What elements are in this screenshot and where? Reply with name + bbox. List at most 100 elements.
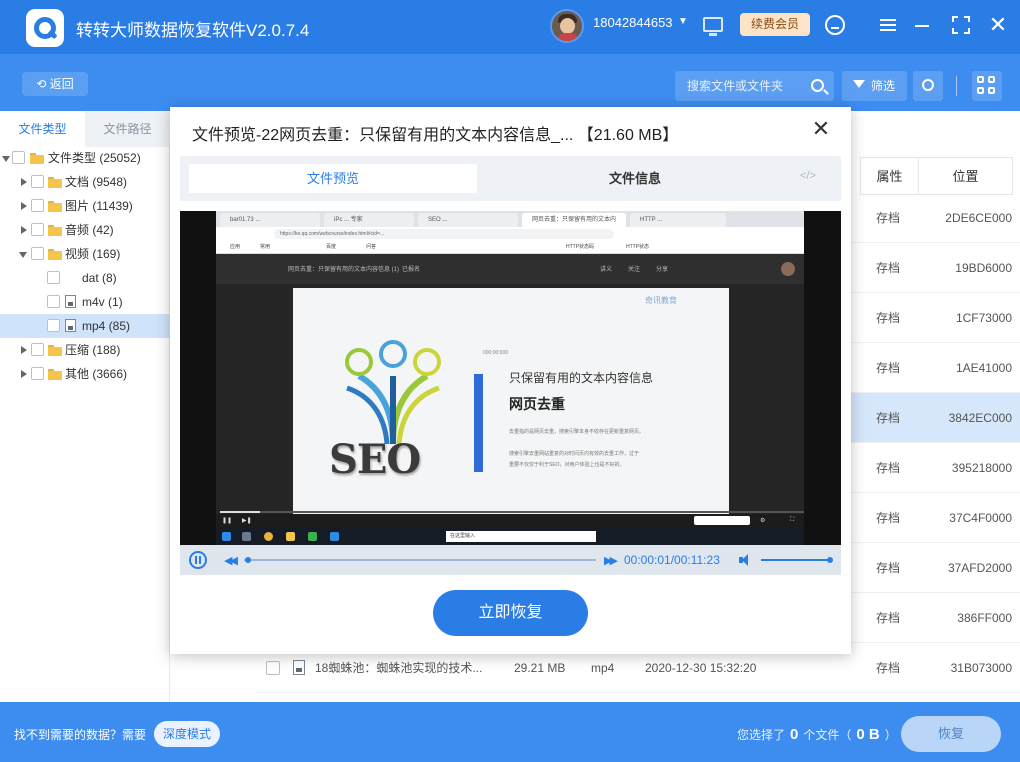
- pause-icon-bar: [199, 556, 201, 564]
- minimize-icon[interactable]: [912, 14, 934, 36]
- video-inner-settings-icon: ⚙: [760, 518, 766, 524]
- selection-suffix: ）: [884, 728, 897, 742]
- modal-title: 文件预览-22网页去重：只保留有用的文本内容信息_... 【21.60 MB】: [192, 127, 679, 144]
- renew-vip-button[interactable]: 续费会员: [740, 13, 810, 36]
- video-browser-tab: HTTP ...: [630, 213, 726, 227]
- close-icon[interactable]: ✕: [987, 14, 1009, 36]
- restore-now-button[interactable]: 立即恢复: [433, 590, 588, 636]
- tab-file-path[interactable]: 文件路径: [85, 111, 170, 147]
- tree-checkbox[interactable]: [47, 271, 60, 284]
- tree-item-archives[interactable]: 压缩 (188): [0, 338, 170, 362]
- row-attr: 存档: [875, 661, 900, 675]
- tree-item-documents[interactable]: 文档 (9548): [0, 170, 170, 194]
- deep-mode-button[interactable]: 深度模式: [154, 721, 220, 747]
- recover-button[interactable]: 恢复: [901, 716, 1001, 752]
- volume-slider[interactable]: [761, 559, 831, 561]
- user-menu-caret-icon[interactable]: ▼: [678, 16, 688, 27]
- search-input[interactable]: [675, 71, 805, 101]
- row-position: 31B073000: [950, 661, 1012, 675]
- user-phone[interactable]: 18042844653: [593, 15, 673, 30]
- video-inner-next-icon: ▶❚: [242, 518, 252, 524]
- video-browser-tabs: bar01.73 ... iPc ... 专家 SEO ... 网页去重：只保留…: [216, 211, 804, 227]
- tree-item-audio[interactable]: 音频 (42): [0, 218, 170, 242]
- support-icon[interactable]: [825, 15, 845, 35]
- row-position: 2DE6CE000: [945, 211, 1012, 225]
- tree-checkbox[interactable]: [47, 295, 60, 308]
- video-nav-item: 网页去重：只保留有用的文本内容信息 (1): [288, 267, 400, 273]
- back-label: 返回: [49, 77, 74, 91]
- tree-item-other[interactable]: 其他 (3666): [0, 362, 170, 386]
- user-avatar[interactable]: [550, 9, 584, 43]
- chevron-down-icon[interactable]: [2, 156, 10, 162]
- row-position: 3842EC000: [948, 411, 1012, 425]
- search-icon[interactable]: [811, 79, 824, 92]
- monitor-icon[interactable]: [703, 17, 723, 36]
- tree-checkbox[interactable]: [31, 367, 44, 380]
- maximize-icon[interactable]: [950, 14, 972, 36]
- tab-file-type[interactable]: 文件类型: [0, 111, 85, 147]
- column-header-attr[interactable]: 属性: [860, 157, 919, 195]
- chevron-right-icon[interactable]: [21, 370, 27, 378]
- modal-close-icon[interactable]: ✕: [810, 118, 832, 141]
- row-attr: 存档: [875, 211, 900, 225]
- folder-icon: [48, 224, 62, 236]
- filter-button[interactable]: 筛选: [842, 71, 907, 101]
- tree-checkbox[interactable]: [47, 319, 60, 332]
- video-bookmark: 应用: [230, 244, 241, 250]
- row-checkbox[interactable]: [266, 661, 280, 675]
- video-bookmark: 问答: [366, 244, 377, 250]
- row-attr: 存档: [875, 461, 900, 475]
- tree-label: dat (8): [82, 271, 117, 285]
- tree-item-dat[interactable]: dat (8): [0, 266, 170, 290]
- tab-file-preview[interactable]: 文件预览: [189, 164, 477, 193]
- grid-view-button[interactable]: [972, 71, 1002, 101]
- code-icon[interactable]: </>: [800, 170, 816, 182]
- row-attr: 存档: [875, 311, 900, 325]
- chevron-right-icon[interactable]: [21, 346, 27, 354]
- tree-checkbox[interactable]: [31, 343, 44, 356]
- column-header-position[interactable]: 位置: [918, 157, 1013, 195]
- tree-checkbox[interactable]: [31, 247, 44, 260]
- volume-handle[interactable]: [827, 557, 833, 563]
- row-position: 395218000: [951, 461, 1012, 475]
- selection-prefix: 您选择了: [737, 728, 786, 742]
- video-inner-controls: ❚❚ ▶❚ ⚙ ⛶: [216, 514, 804, 528]
- tab-file-info[interactable]: 文件信息: [490, 164, 780, 193]
- fast-forward-icon[interactable]: ▶▶: [604, 554, 618, 567]
- video-screenshot: bar01.73 ... iPc ... 专家 SEO ... 网页去重：只保留…: [216, 211, 804, 545]
- back-button[interactable]: ⟲ 返回: [22, 72, 88, 96]
- video-frame[interactable]: bar01.73 ... iPc ... 专家 SEO ... 网页去重：只保留…: [180, 211, 841, 545]
- menu-icon[interactable]: [878, 14, 900, 36]
- chevron-right-icon[interactable]: [21, 226, 27, 234]
- tree-checkbox[interactable]: [31, 199, 44, 212]
- row-attr: 存档: [875, 511, 900, 525]
- tree-item-video[interactable]: 视频 (169): [0, 242, 170, 266]
- tree-checkbox[interactable]: [31, 175, 44, 188]
- app-logo-icon: [26, 9, 64, 47]
- volume-icon[interactable]: [739, 554, 751, 566]
- tree-checkbox[interactable]: [12, 151, 25, 164]
- folder-icon: [48, 368, 62, 380]
- pause-icon: [195, 556, 197, 564]
- chevron-down-icon[interactable]: [19, 252, 27, 258]
- filter-label: 筛选: [871, 79, 896, 93]
- toolbar: ⟲ 返回 筛选: [0, 54, 1020, 111]
- pause-button[interactable]: [189, 551, 207, 569]
- tree-label: 音频 (42): [65, 223, 114, 237]
- wechat-icon: [308, 532, 317, 541]
- tree-item-m4v[interactable]: m4v (1): [0, 290, 170, 314]
- seek-handle[interactable]: [244, 557, 251, 563]
- chevron-right-icon[interactable]: [21, 178, 27, 186]
- video-nav-item: 关注: [628, 267, 641, 273]
- tree-item-root[interactable]: 文件类型 (25052): [0, 146, 170, 170]
- seek-bar[interactable]: [244, 559, 596, 561]
- rewind-icon[interactable]: ◀◀: [224, 554, 238, 567]
- tree-item-images[interactable]: 图片 (11439): [0, 194, 170, 218]
- preview-modal: 文件预览-22网页去重：只保留有用的文本内容信息_... 【21.60 MB】 …: [170, 107, 851, 654]
- tree-item-mp4[interactable]: mp4 (85): [0, 314, 170, 338]
- chevron-right-icon[interactable]: [21, 202, 27, 210]
- selection-summary: 您选择了 0 个文件（ 0 B ）: [737, 726, 897, 743]
- preview-toggle-button[interactable]: [913, 71, 943, 101]
- search-box[interactable]: [675, 71, 834, 101]
- tree-checkbox[interactable]: [31, 223, 44, 236]
